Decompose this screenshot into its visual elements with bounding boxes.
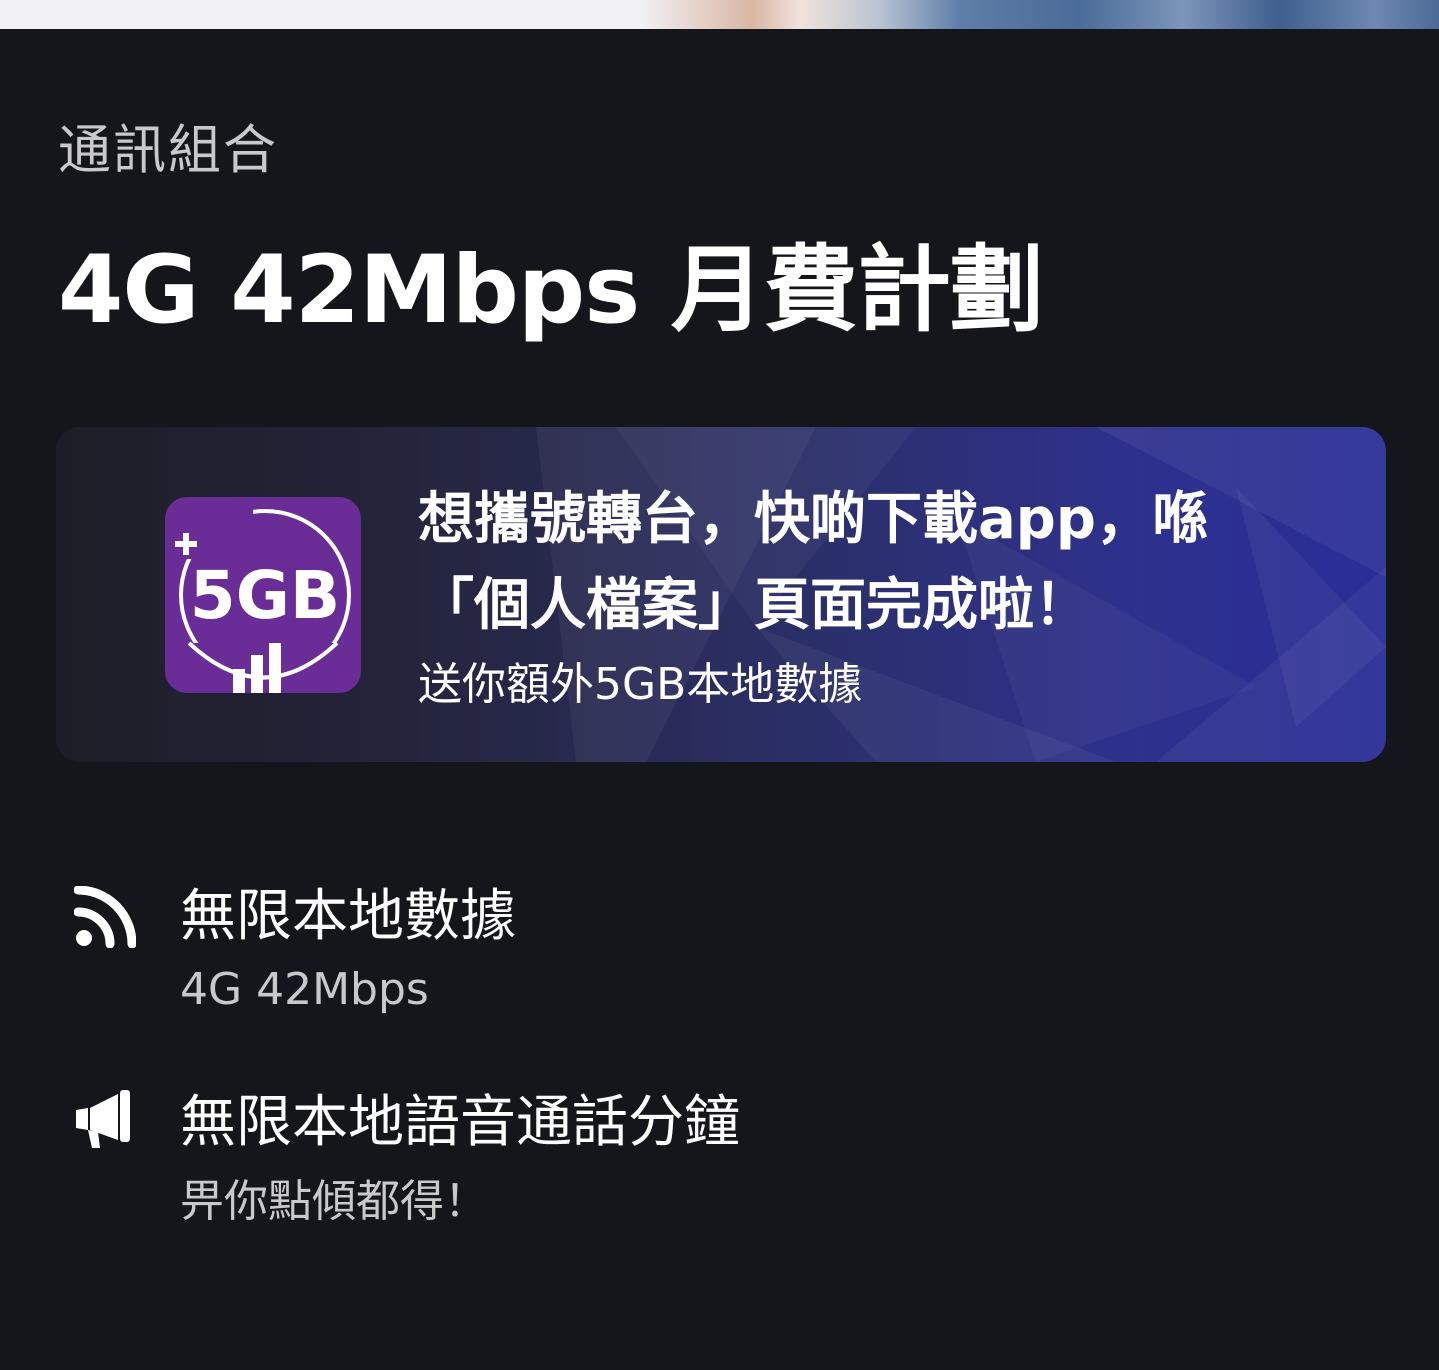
hero-photo	[640, 0, 1439, 29]
promo-banner[interactable]: 5GB 想攜號轉台，快啲下載app，喺「個人檔案」頁面完成啦！ 送你額外5GB本…	[56, 427, 1386, 762]
feature-description: 4G 42Mbps	[180, 964, 429, 1015]
badge-label: 5GB	[190, 557, 340, 634]
feature-title: 無限本地語音通話分鐘	[180, 1090, 740, 1155]
feature-title: 無限本地數據	[180, 884, 516, 949]
promo-subtext: 送你額外5GB本地數據	[418, 659, 863, 710]
rss-feed-icon	[74, 886, 136, 948]
plan-title: 4G 42Mbps 月費計劃	[58, 236, 1044, 345]
megaphone-icon	[76, 1090, 130, 1148]
feature-description: 畀你點傾都得！	[180, 1176, 488, 1227]
promo-headline: 想攜號轉台，快啲下載app，喺「個人檔案」頁面完成啦！	[418, 487, 1208, 638]
plan-detail-page: 通訊組合 4G 42Mbps 月費計劃 5GB 想攜號轉台，快啲下載app，喺「…	[0, 0, 1439, 1370]
category-label: 通訊組合	[58, 120, 278, 181]
hero-image	[0, 0, 1439, 29]
5gb-badge-icon: 5GB	[165, 497, 361, 693]
